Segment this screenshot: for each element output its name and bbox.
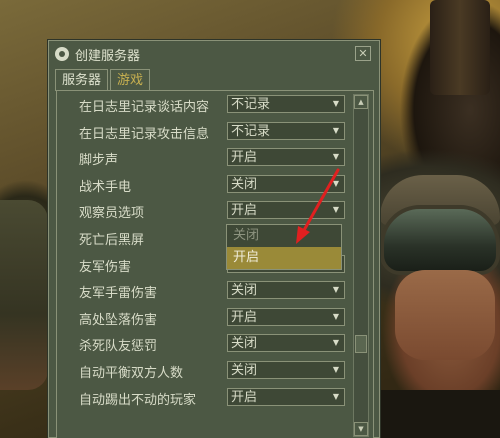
scroll-up-icon[interactable]: ▲: [354, 95, 368, 109]
scroll-down-icon[interactable]: ▼: [354, 422, 368, 436]
setting-select[interactable]: 关闭 ▼: [227, 281, 345, 300]
chevron-down-icon: ▼: [332, 285, 340, 295]
setting-label: 战术手电: [79, 179, 132, 195]
select-value: 开启: [231, 389, 258, 405]
setting-row: 在日志里记录谈话内容 不记录 ▼: [57, 92, 351, 119]
chevron-down-icon: ▼: [332, 311, 340, 321]
setting-select[interactable]: 关闭 ▼: [227, 174, 345, 193]
setting-row: 战术手电 关闭 ▼: [57, 172, 351, 199]
background-mask: [380, 390, 500, 438]
setting-select[interactable]: 开启 ▼: [227, 307, 345, 326]
setting-row: 高处坠落伤害 开启 ▼: [57, 305, 351, 332]
setting-label: 脚步声: [79, 153, 119, 169]
select-value: 不记录: [231, 123, 271, 139]
setting-row: 观察员选项 开启 ▼: [57, 198, 351, 225]
vertical-scrollbar[interactable]: ▲ ▼: [353, 94, 369, 437]
dropdown-option-on[interactable]: 开启: [227, 247, 341, 269]
chevron-down-icon: ▼: [332, 205, 340, 215]
select-value: 关闭: [231, 363, 258, 378]
setting-select[interactable]: 开启 ▼: [227, 148, 345, 167]
select-value: 不记录: [231, 97, 271, 112]
setting-label: 杀死队友惩罚: [79, 339, 158, 355]
dropdown-option-off[interactable]: 关闭: [227, 225, 341, 247]
titlebar[interactable]: 创建服务器 ✕: [49, 41, 379, 67]
setting-label: 友军伤害: [79, 259, 132, 275]
window-title: 创建服务器: [75, 49, 141, 64]
chevron-down-icon: ▼: [332, 152, 340, 162]
setting-row: 友军手雷伤害 关闭 ▼: [57, 278, 351, 305]
setting-select[interactable]: 关闭 ▼: [227, 361, 345, 379]
chevron-down-icon: ▼: [332, 99, 340, 108]
setting-row: 在日志里记录攻击信息 不记录 ▼: [57, 119, 351, 146]
dropdown-list: 关闭 开启: [226, 224, 342, 270]
setting-select[interactable]: 关闭 ▼: [227, 334, 345, 353]
setting-label: 自动平衡双方人数: [79, 366, 184, 381]
background-face: [395, 270, 495, 360]
chevron-down-icon: ▼: [332, 365, 340, 374]
setting-select[interactable]: 开启 ▼: [227, 387, 345, 406]
chevron-down-icon: ▼: [332, 338, 340, 348]
select-value: 关闭: [231, 176, 258, 192]
tab-server[interactable]: 服务器: [55, 69, 109, 91]
setting-label: 在日志里记录攻击信息: [79, 126, 210, 142]
setting-label: 自动踢出不动的玩家: [79, 392, 197, 408]
background-radio: [430, 0, 490, 95]
select-value: 开启: [231, 150, 258, 166]
setting-label: 在日志里记录谈话内容: [79, 100, 210, 115]
setting-select[interactable]: 不记录 ▼: [227, 95, 345, 113]
setting-label: 高处坠落伤害: [79, 312, 158, 328]
setting-row: 杀死队友惩罚 关闭 ▼: [57, 331, 351, 358]
tab-bar: 服务器 游戏: [55, 69, 151, 91]
setting-row: 脚步声 开启 ▼: [57, 145, 351, 172]
chevron-down-icon: ▼: [332, 125, 340, 135]
background-soldier-left: [0, 200, 48, 390]
select-value: 开启: [231, 309, 258, 325]
select-value: 开启: [231, 203, 258, 219]
setting-label: 观察员选项: [79, 206, 145, 222]
select-value: 关闭: [231, 336, 258, 352]
setting-label: 死亡后黑屏: [79, 233, 145, 248]
setting-label: 友军手雷伤害: [79, 286, 158, 302]
close-button[interactable]: ✕: [355, 46, 371, 61]
setting-row: 自动平衡双方人数 关闭 ▼: [57, 358, 351, 385]
setting-select[interactable]: 不记录 ▼: [227, 121, 345, 140]
setting-row: 自动踢出不动的玩家 开启 ▼: [57, 385, 351, 412]
scroll-thumb[interactable]: [355, 335, 367, 353]
select-value: 关闭: [231, 283, 258, 299]
tab-game[interactable]: 游戏: [110, 69, 151, 91]
chevron-down-icon: ▼: [332, 391, 340, 401]
chevron-down-icon: ▼: [332, 178, 340, 188]
steam-icon: [55, 47, 69, 61]
setting-select[interactable]: 开启 ▼: [227, 201, 345, 220]
background-goggles: [380, 205, 500, 275]
